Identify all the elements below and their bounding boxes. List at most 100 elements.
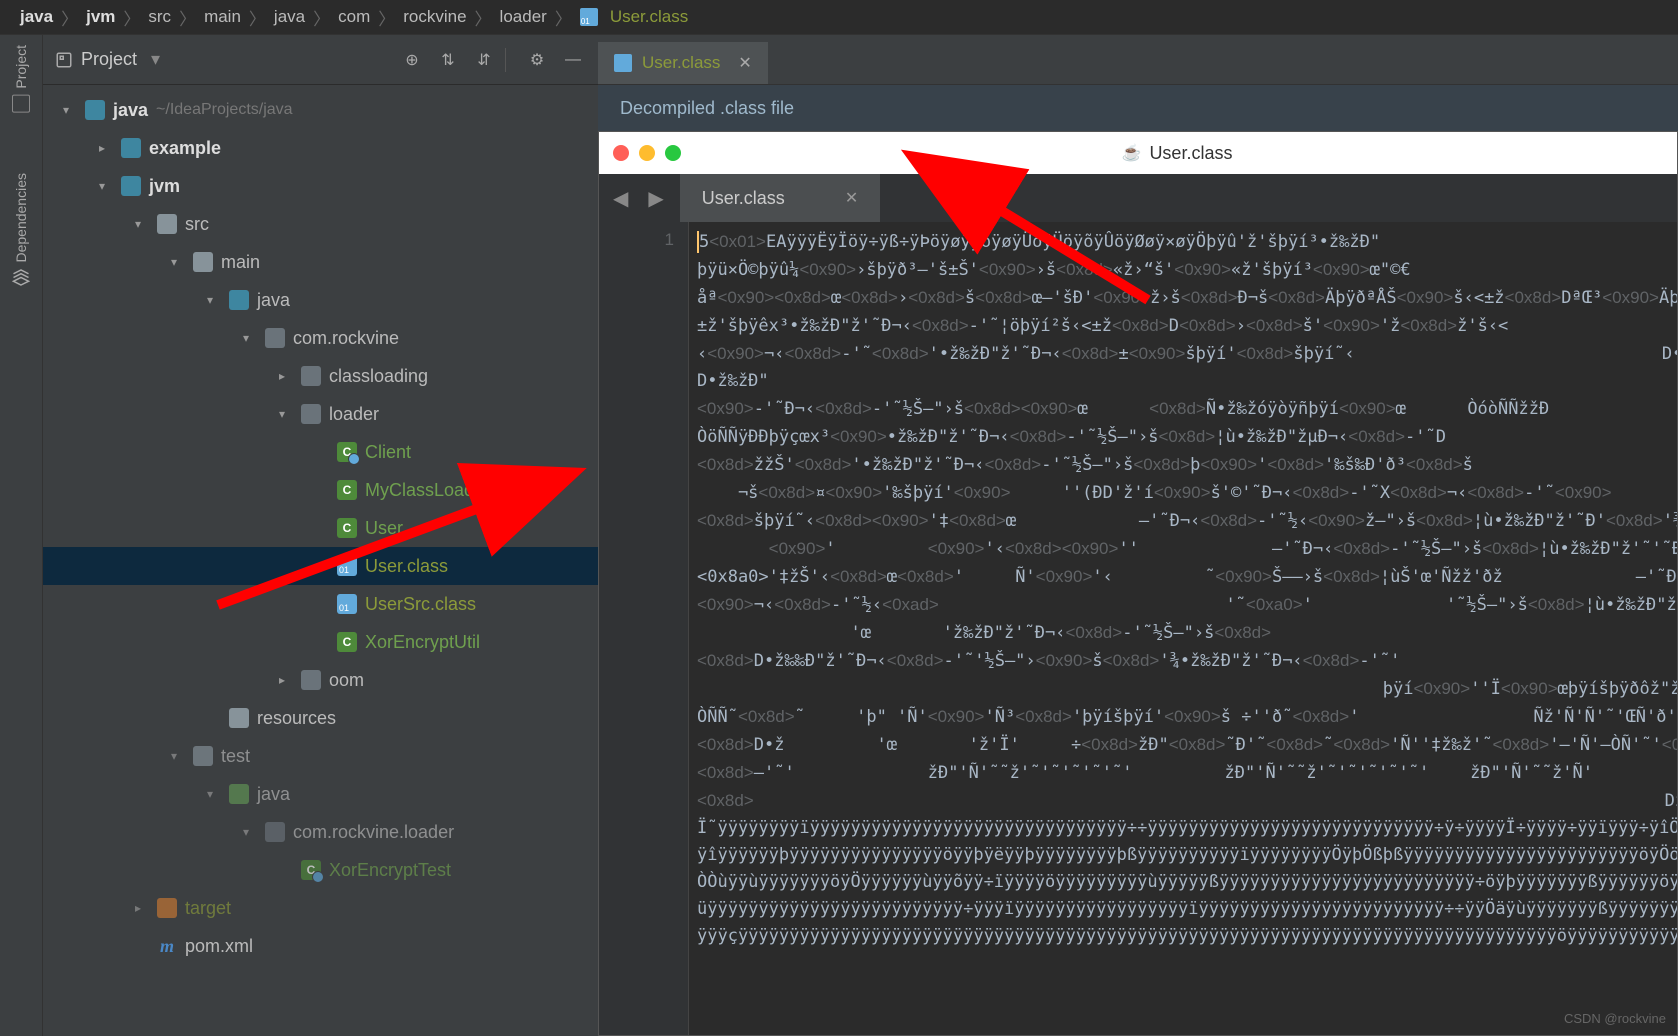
tree-item-main[interactable]: ▾main xyxy=(43,243,598,281)
tree-item-resources[interactable]: resources xyxy=(43,699,598,737)
tab-userclass[interactable]: User.class ✕ xyxy=(598,40,768,84)
settings-button[interactable]: ⚙ xyxy=(524,47,550,73)
tree-item-xorencrypttest[interactable]: C XorEncryptTest xyxy=(43,851,598,889)
tree-item-usersrc-class[interactable]: UserSrc.class xyxy=(43,585,598,623)
expand-arrow-icon[interactable]: ▾ xyxy=(279,407,297,421)
folder-icon xyxy=(193,252,213,272)
expand-arrow-icon[interactable]: ▸ xyxy=(279,369,297,383)
code-content[interactable]: 5<0x01>EAÿÿÿËÿÏöÿ÷ÿß÷ÿÞöÿøÿÿöÿøÿÜöÿÜöÿõÿ… xyxy=(689,222,1677,1035)
tool-rail: Project Dependencies xyxy=(0,35,43,1036)
crumb-loader[interactable]: loader xyxy=(500,7,547,27)
editor-area: User.class ✕ Decompiled .class file ☕Use… xyxy=(598,35,1678,1036)
expand-arrow-icon[interactable]: ▾ xyxy=(243,331,261,345)
crumb-rockvine[interactable]: rockvine xyxy=(403,7,466,27)
tree-item-com-rockvine-loader[interactable]: ▾com.rockvine.loader xyxy=(43,813,598,851)
tree-item-test[interactable]: ▾ test xyxy=(43,737,598,775)
tree-label: User xyxy=(365,518,403,539)
hide-button[interactable]: — xyxy=(560,47,586,73)
tree-label: loader xyxy=(329,404,379,425)
expand-arrow-icon[interactable]: ▾ xyxy=(171,255,189,269)
expand-arrow-icon[interactable]: ▾ xyxy=(135,217,153,231)
tree-item-classloading[interactable]: ▸ classloading xyxy=(43,357,598,395)
nav-fwd-button[interactable]: ▶ xyxy=(644,186,667,211)
tree-item-user[interactable]: CUser xyxy=(43,509,598,547)
popup-tab-userclass[interactable]: User.class ✕ xyxy=(680,174,880,222)
crumb-java[interactable]: java xyxy=(20,7,53,27)
expand-all-button[interactable]: ⇅ xyxy=(435,47,461,73)
expand-arrow-icon[interactable]: ▸ xyxy=(279,673,297,687)
tree-label: test xyxy=(221,746,250,767)
expand-arrow-icon[interactable]: ▾ xyxy=(63,103,81,117)
expand-arrow-icon[interactable]: ▾ xyxy=(207,293,225,307)
tree-item-java[interactable]: ▾ java xyxy=(43,775,598,813)
tree-item-loader[interactable]: ▾ loader xyxy=(43,395,598,433)
traffic-min-icon[interactable] xyxy=(639,145,655,161)
nav-back-button[interactable]: ◀ xyxy=(609,186,632,211)
tree-label: MyClassLoader xyxy=(365,480,490,501)
tree-label: com.rockvine xyxy=(293,328,399,349)
tree-item-target[interactable]: ▸target xyxy=(43,889,598,927)
tree-item-user-class[interactable]: User.class xyxy=(43,547,598,585)
layers-icon xyxy=(12,268,30,286)
popup-window: ☕User.class ◀ ▶ User.class ✕ 1 5<0x01>EA… xyxy=(598,131,1678,1036)
tree-item-src[interactable]: ▾src xyxy=(43,205,598,243)
traffic-max-icon[interactable] xyxy=(665,145,681,161)
editor-tabbar: User.class ✕ xyxy=(598,35,1678,85)
folder-icon xyxy=(193,746,213,766)
crumb-java2[interactable]: java xyxy=(274,7,305,27)
tree-item-myclassloader[interactable]: CMyClassLoader xyxy=(43,471,598,509)
folder-dk-icon xyxy=(301,366,321,386)
crumb-com[interactable]: com xyxy=(338,7,370,27)
crumb-jvm[interactable]: jvm xyxy=(86,7,115,27)
tree-item-client[interactable]: C Client xyxy=(43,433,598,471)
tree-item-example[interactable]: ▸example xyxy=(43,129,598,167)
tree-label: jvm xyxy=(149,176,180,197)
project-icon xyxy=(12,95,30,113)
popup-editor[interactable]: 1 5<0x01>EAÿÿÿËÿÏöÿ÷ÿß÷ÿÞöÿøÿÿöÿøÿÜöÿÜöÿ… xyxy=(599,222,1677,1035)
project-tree[interactable]: ▾java~/IdeaProjects/java▸example ▾ jvm ▾src… xyxy=(43,85,598,1036)
tree-item-pom-xml[interactable]: m pom.xml xyxy=(43,927,598,965)
expand-arrow-icon[interactable]: ▸ xyxy=(99,141,117,155)
folder-dk-icon xyxy=(265,328,285,348)
project-dropdown[interactable]: Project ▾ xyxy=(55,49,160,70)
tree-item-jvm[interactable]: ▾ jvm xyxy=(43,167,598,205)
close-icon[interactable]: ✕ xyxy=(845,188,858,208)
popup-titlebar[interactable]: ☕User.class xyxy=(599,132,1677,174)
tree-label: UserSrc.class xyxy=(365,594,476,615)
tree-item-com-rockvine[interactable]: ▾ com.rockvine xyxy=(43,319,598,357)
tab-label: User.class xyxy=(642,53,720,73)
class-mod-icon: C xyxy=(337,442,357,462)
expand-arrow-icon[interactable]: ▾ xyxy=(171,749,189,763)
mvn-icon: m xyxy=(157,936,177,956)
traffic-close-icon[interactable] xyxy=(613,145,629,161)
tree-label: XorEncryptTest xyxy=(329,860,451,881)
rail-project[interactable]: Project xyxy=(12,45,30,113)
popup-title: ☕User.class xyxy=(691,143,1663,164)
class-mod-icon: C xyxy=(301,860,321,880)
file01-icon xyxy=(337,594,357,614)
rail-dependencies[interactable]: Dependencies xyxy=(12,173,30,287)
tree-item-xorencryptutil[interactable]: CXorEncryptUtil xyxy=(43,623,598,661)
tree-label: classloading xyxy=(329,366,428,387)
tree-label: Client xyxy=(365,442,411,463)
tree-item-java[interactable]: ▾java~/IdeaProjects/java xyxy=(43,91,598,129)
expand-arrow-icon[interactable]: ▸ xyxy=(135,901,153,915)
expand-arrow-icon[interactable]: ▾ xyxy=(207,787,225,801)
close-icon[interactable]: ✕ xyxy=(738,53,751,73)
expand-arrow-icon[interactable]: ▾ xyxy=(99,179,117,193)
java-cup-icon: ☕ xyxy=(1122,143,1142,163)
tree-item-oom[interactable]: ▸oom xyxy=(43,661,598,699)
tree-label: pom.xml xyxy=(185,936,253,957)
crumb-main[interactable]: main xyxy=(204,7,241,27)
decompile-banner: Decompiled .class file xyxy=(598,85,1678,131)
classfile-icon xyxy=(580,8,598,26)
tree-label: resources xyxy=(257,708,336,729)
collapse-all-button[interactable]: ⇵ xyxy=(471,47,497,73)
tree-item-java[interactable]: ▾java xyxy=(43,281,598,319)
crumb-src[interactable]: src xyxy=(148,7,171,27)
sidebar-header: Project ▾ ⊕ ⇅ ⇵ ⚙ — xyxy=(43,35,598,85)
crumb-file[interactable]: User.class xyxy=(610,7,688,27)
expand-arrow-icon[interactable]: ▾ xyxy=(243,825,261,839)
select-opened-button[interactable]: ⊕ xyxy=(399,47,425,73)
tree-label: java xyxy=(257,784,290,805)
